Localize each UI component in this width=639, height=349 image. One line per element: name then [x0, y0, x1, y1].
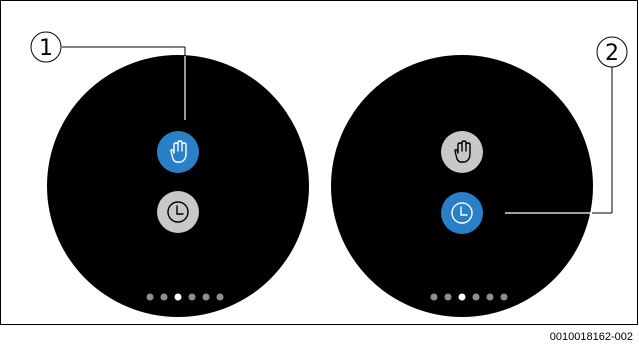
automatic-mode-button[interactable] [441, 192, 483, 234]
manual-mode-button[interactable] [441, 131, 483, 173]
page-dot [486, 293, 494, 301]
page-dot [146, 293, 154, 301]
page-dot [188, 293, 196, 301]
callout-1-number: 1 [39, 36, 53, 61]
figure-code: 0010018162-002 [549, 331, 633, 343]
manual-mode-button[interactable] [157, 131, 199, 173]
page-dot [444, 293, 452, 301]
screen-right-display [331, 55, 593, 317]
callout-1: 1 [30, 31, 62, 63]
screen-right [331, 55, 613, 317]
automatic-mode-button[interactable] [157, 191, 199, 233]
page-dot [160, 293, 168, 301]
page-dot [202, 293, 210, 301]
page-dot-active [174, 293, 182, 301]
page-dot [500, 293, 508, 301]
page-dot [216, 293, 224, 301]
screen-left [47, 46, 309, 317]
page-dot [472, 293, 480, 301]
callout-2-number: 2 [605, 41, 619, 66]
page-dot-active [458, 293, 466, 301]
callout-2: 2 [596, 36, 628, 68]
screen-left-display [47, 55, 309, 317]
page-dot [430, 293, 438, 301]
thermostat-illustration: 1 2 [30, 31, 628, 317]
